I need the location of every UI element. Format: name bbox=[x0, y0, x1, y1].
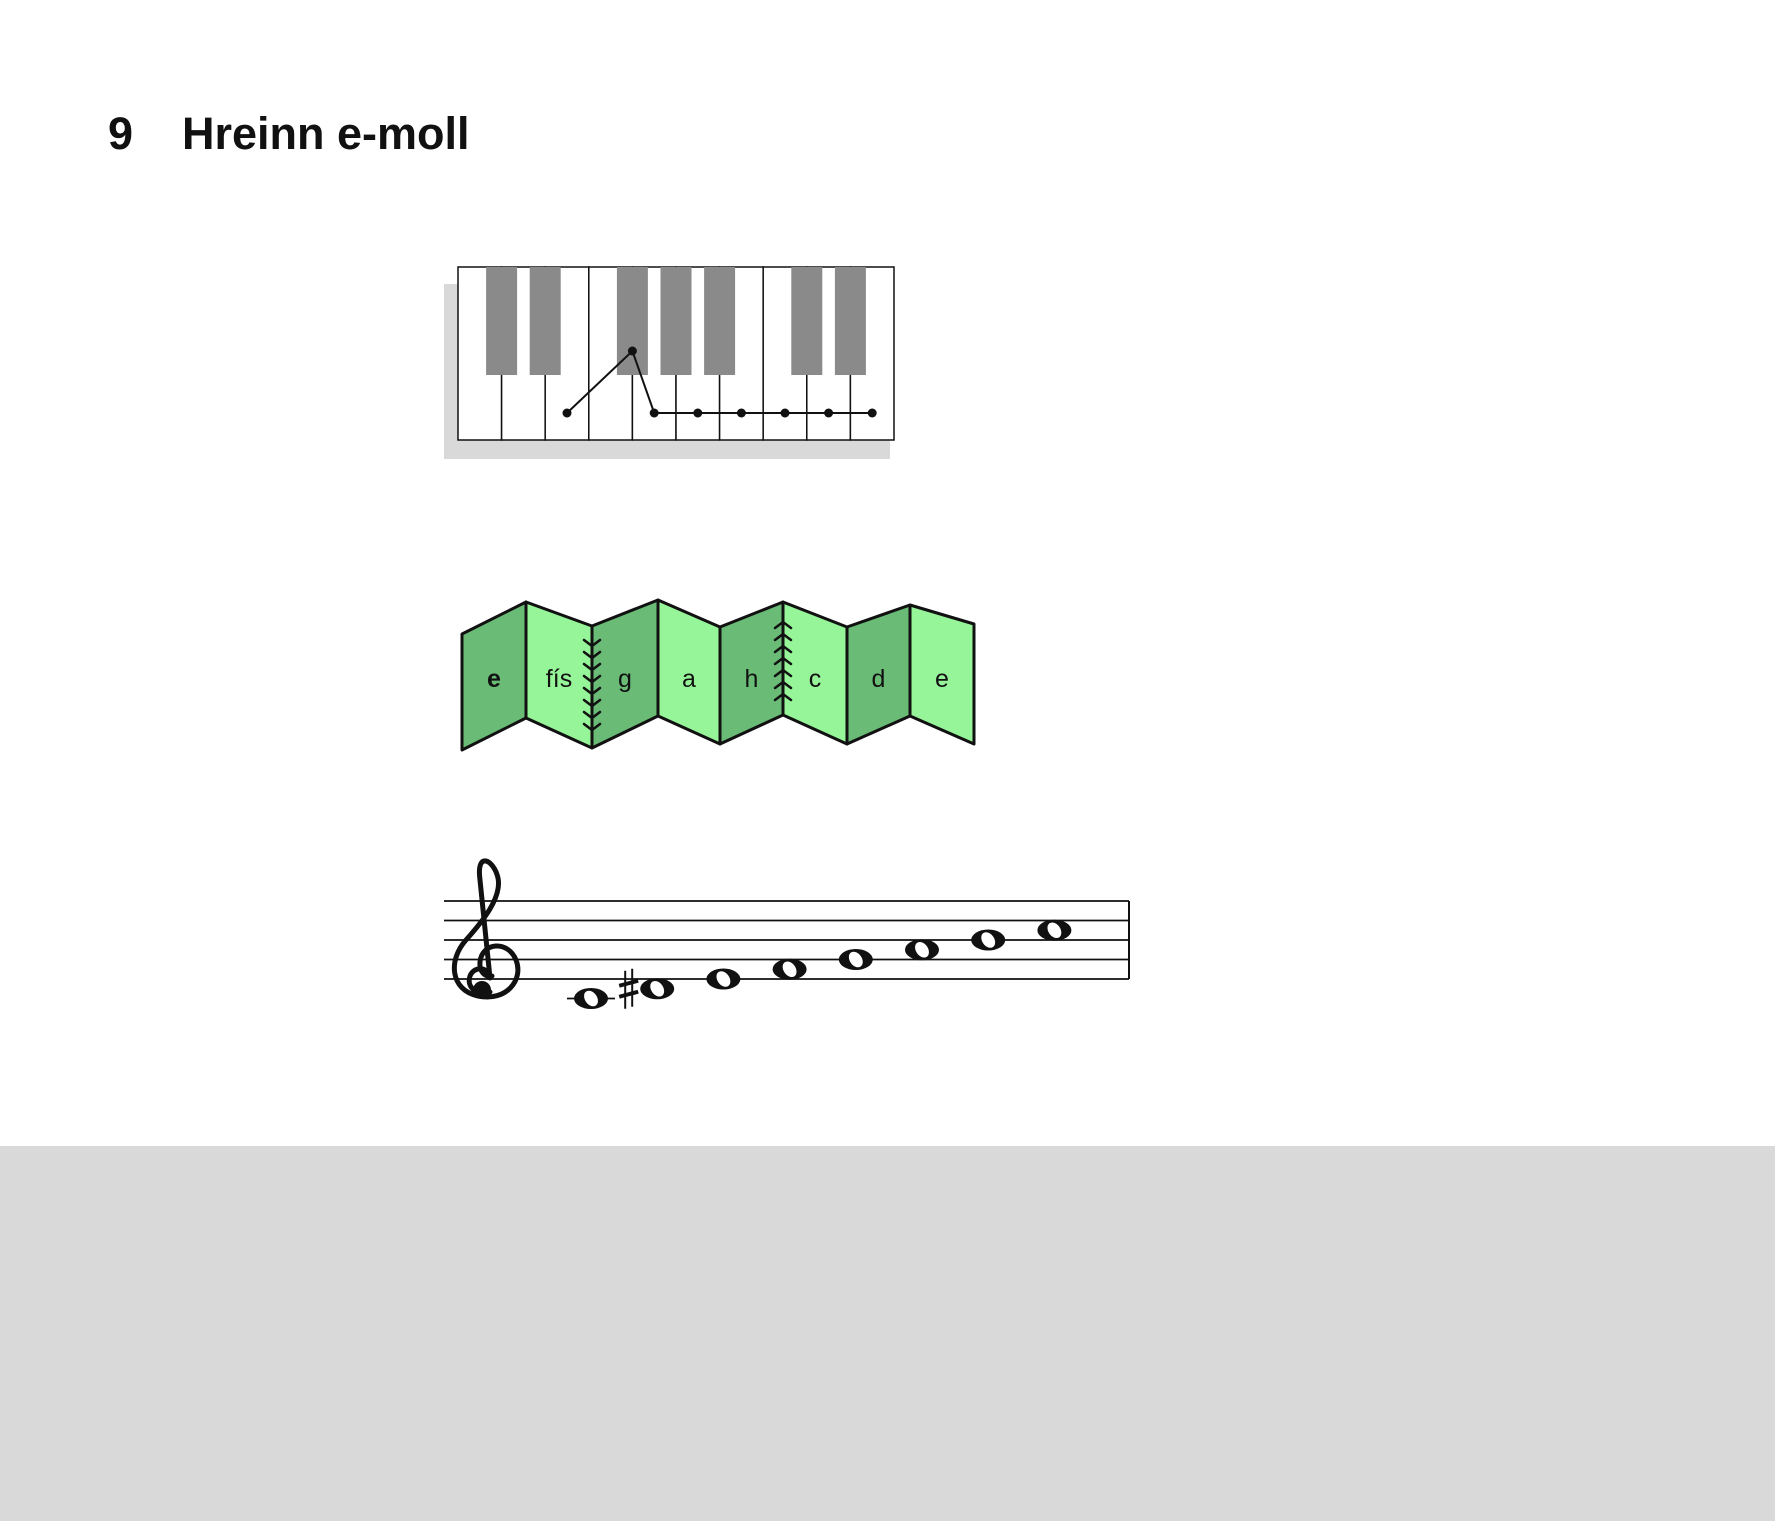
black-key bbox=[704, 267, 736, 375]
scale-step-dot bbox=[867, 408, 877, 418]
piano-keyboard bbox=[444, 266, 895, 459]
black-key bbox=[486, 267, 518, 375]
black-key bbox=[616, 267, 648, 375]
scale-step-dot bbox=[627, 346, 637, 356]
scale-step-dot bbox=[649, 408, 659, 418]
bottom-band bbox=[0, 1146, 1775, 1521]
black-key bbox=[834, 267, 866, 375]
scale-diagram: e fís g a h c d e bbox=[444, 266, 1130, 1009]
music-staff bbox=[444, 858, 1130, 1009]
fold-label: c bbox=[809, 665, 822, 693]
scale-step-dot bbox=[562, 408, 572, 418]
whole-note bbox=[1037, 919, 1072, 941]
fold-label: g bbox=[618, 665, 632, 693]
whole-note bbox=[971, 929, 1006, 951]
whole-note bbox=[706, 968, 741, 990]
whole-note bbox=[772, 958, 807, 980]
sharp-icon bbox=[618, 968, 639, 1009]
whole-note bbox=[574, 988, 608, 1009]
treble-clef-icon bbox=[451, 858, 521, 1000]
fold-label: d bbox=[872, 665, 886, 693]
fold-label: h bbox=[745, 665, 759, 693]
scale-step-dot bbox=[736, 408, 746, 418]
whole-note bbox=[905, 939, 939, 961]
fold-label: e bbox=[935, 665, 949, 693]
folded-note-strip: e fís g a h c d e bbox=[460, 598, 976, 752]
fold-label: fís bbox=[546, 665, 572, 693]
black-key bbox=[791, 267, 823, 375]
scale-step-dot bbox=[824, 408, 834, 418]
scale-step-dot bbox=[780, 408, 790, 418]
black-key bbox=[660, 267, 692, 375]
fold-label: e bbox=[487, 665, 501, 693]
black-key bbox=[529, 267, 561, 375]
fold-label: a bbox=[682, 665, 696, 693]
scale-step-dot bbox=[693, 408, 703, 418]
whole-note bbox=[640, 978, 675, 1000]
whole-note bbox=[838, 949, 873, 970]
